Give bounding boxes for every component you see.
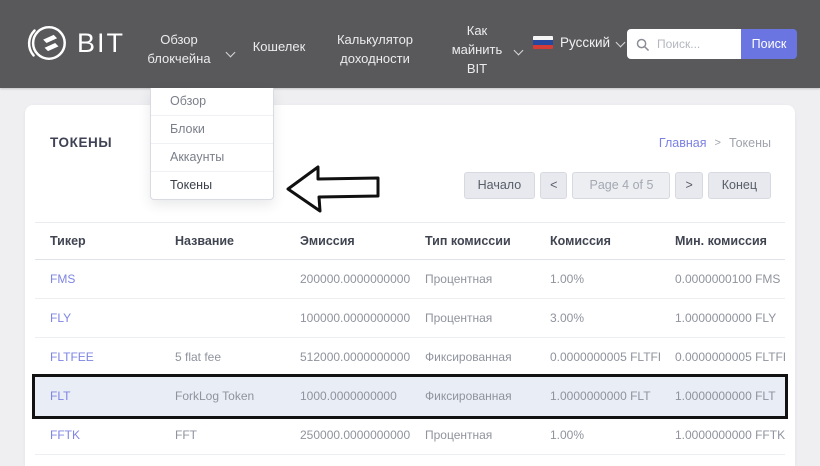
- left-arrow-annotation: [286, 165, 380, 213]
- token-ticker-link[interactable]: FFTK: [35, 428, 160, 442]
- breadcrumb: Главная > Токены: [659, 136, 771, 150]
- column-header-fee: Комиссия: [550, 234, 611, 248]
- cell-fee: 3.00%: [550, 311, 585, 325]
- token-ticker-link[interactable]: FLTFEE: [35, 350, 160, 364]
- chevron-down-icon: [615, 37, 626, 48]
- token-table-body: FMS 200000.0000000000 Процентная 1.00% 0.000…: [35, 260, 785, 466]
- dropdown-item-overview[interactable]: Обзор: [151, 88, 273, 116]
- column-header-name: Название: [175, 234, 235, 248]
- column-header-min-fee: Мин. комиссия: [675, 234, 767, 248]
- tokens-card: ТОКЕНЫ Главная > Токены Начало < Page 4 …: [25, 105, 795, 466]
- token-ticker-link[interactable]: FLT: [35, 389, 160, 403]
- cell-min-fee: 1.0000000000 FLY: [675, 311, 777, 325]
- table-row[interactable]: FFFBIGbig fee1.0000000000Фиксированная0.…: [35, 455, 785, 466]
- cell-fee-type: Процентная: [425, 428, 493, 442]
- cell-min-fee: 1.0000000000 FFTK: [675, 428, 785, 442]
- token-ticker-link[interactable]: FLY: [35, 311, 160, 325]
- column-header-fee-type: Тип комиссии: [425, 234, 511, 248]
- app-window: BIT Обзор блокчейна Кошелек Калькулятор …: [0, 0, 820, 466]
- cell-fee: 0.0000000005 FLTFEE: [550, 350, 660, 364]
- breadcrumb-home-link[interactable]: Главная: [659, 136, 707, 150]
- breadcrumb-separator: >: [714, 137, 721, 149]
- pagination-first-button[interactable]: Начало: [463, 172, 536, 199]
- russia-flag-icon: [533, 36, 553, 49]
- top-navigation-bar: BIT Обзор блокчейна Кошелек Калькулятор …: [0, 0, 820, 88]
- pagination-prev-button[interactable]: <: [540, 172, 568, 199]
- table-header-row: Тикер Название Эмиссия Тип комиссии Коми…: [35, 222, 785, 260]
- cell-min-fee: 1.0000000000 FLT: [675, 389, 776, 403]
- logo-text: BIT: [77, 27, 126, 58]
- dropdown-item-blocks[interactable]: Блоки: [151, 116, 273, 144]
- chevron-down-icon: [225, 47, 236, 58]
- language-selector[interactable]: Русский: [533, 35, 626, 50]
- search-icon: [636, 38, 649, 51]
- cell-emission: 512000.0000000000: [300, 350, 410, 364]
- cell-emission: 200000.0000000000: [300, 272, 410, 286]
- breadcrumb-current: Токены: [728, 136, 771, 150]
- pagination: Начало < Page 4 of 5 > Конец: [463, 172, 771, 199]
- table-row[interactable]: FMS 200000.0000000000 Процентная 1.00% 0.000…: [35, 260, 785, 299]
- search-input[interactable]: [655, 36, 737, 52]
- nav-profit-calculator[interactable]: Калькулятор доходности: [322, 31, 428, 69]
- cell-fee-type: Процентная: [425, 272, 493, 286]
- language-label: Русский: [560, 35, 611, 50]
- pagination-status: Page 4 of 5: [572, 172, 671, 199]
- dropdown-item-tokens[interactable]: Токены: [151, 172, 273, 199]
- table-row[interactable]: FLY 100000.0000000000 Процентная 3.00% 1.000…: [35, 299, 785, 338]
- cell-fee: 1.00%: [550, 272, 585, 286]
- cell-fee-type: Фиксированная: [425, 350, 512, 364]
- cell-fee: 1.0000000000 FLT: [550, 389, 651, 403]
- pagination-next-button[interactable]: >: [675, 172, 703, 199]
- cell-emission: 100000.0000000000: [300, 311, 410, 325]
- bit-logo-icon: [27, 25, 66, 61]
- cell-fee-type: Фиксированная: [425, 389, 512, 403]
- table-row[interactable]: FLTFEE 5 flat fee 512000.0000000000 Фиксиро…: [35, 338, 785, 377]
- search-button[interactable]: Поиск: [741, 29, 797, 59]
- table-row[interactable]: FFTK FFT 250000.0000000000 Процентная 1.00% 1…: [35, 416, 785, 455]
- nav-blockchain-overview[interactable]: Обзор блокчейна: [140, 31, 236, 69]
- chevron-down-icon: [513, 45, 524, 56]
- cell-emission: 1000.0000000000: [300, 389, 397, 403]
- pagination-last-button[interactable]: Конец: [707, 172, 771, 199]
- blockchain-overview-dropdown: Обзор Блоки Аккаунты Токены: [150, 88, 274, 200]
- search-input-wrap: [627, 29, 741, 59]
- page-title: ТОКЕНЫ: [50, 135, 113, 150]
- table-row-highlighted[interactable]: FLT ForkLog Token 1000.0000000000 Фиксирова…: [35, 377, 785, 416]
- nav-wallet[interactable]: Кошелек: [240, 38, 318, 57]
- column-header-ticker: Тикер: [50, 234, 86, 248]
- cell-fee-type: Процентная: [425, 311, 493, 325]
- nav-how-to-mine[interactable]: Как майнить BIT: [446, 22, 524, 79]
- search-bar: Поиск: [627, 29, 797, 59]
- cell-min-fee: 0.0000000005 FLTFEE: [675, 350, 785, 364]
- cell-fee: 1.00%: [550, 428, 585, 442]
- column-header-emission: Эмиссия: [300, 234, 355, 248]
- tokens-table: Тикер Название Эмиссия Тип комиссии Коми…: [35, 222, 785, 466]
- cell-emission: 250000.0000000000: [300, 428, 410, 442]
- cell-min-fee: 0.0000000100 FMS: [675, 272, 781, 286]
- cell-name: 5 flat fee: [175, 350, 222, 364]
- dropdown-item-accounts[interactable]: Аккаунты: [151, 144, 273, 172]
- cell-name: FFT: [175, 428, 197, 442]
- logo[interactable]: BIT: [24, 20, 125, 66]
- cell-name: ForkLog Token: [175, 389, 255, 403]
- token-ticker-link[interactable]: FMS: [35, 272, 160, 286]
